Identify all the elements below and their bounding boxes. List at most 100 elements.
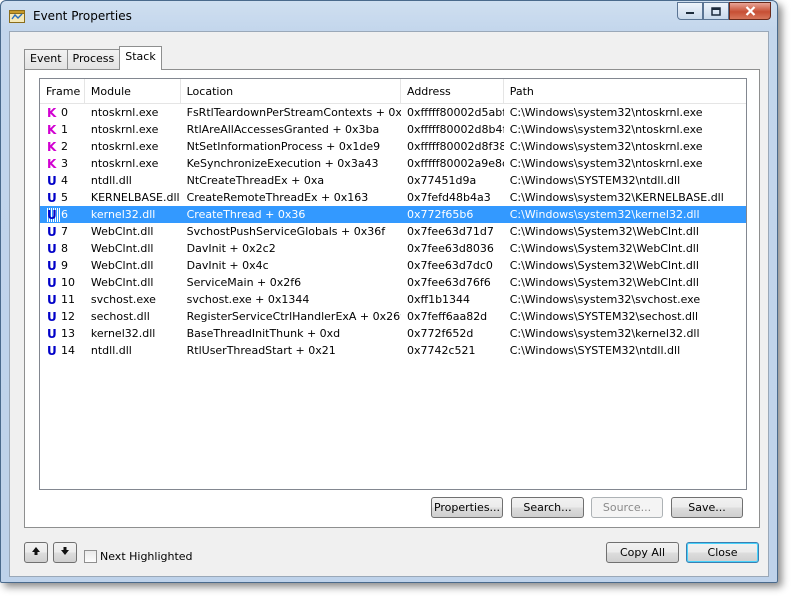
table-row[interactable]: U 13 kernel32.dll BaseThreadInitThunk + 0xd…: [40, 325, 746, 342]
path-cell: C:\Windows\system32\ntoskrnl.exe: [509, 106, 703, 119]
location-cell: svchost.exe + 0x1344: [186, 293, 310, 306]
user-mode-icon: U: [47, 241, 57, 256]
user-mode-icon: U: [47, 343, 57, 358]
user-mode-icon: U: [47, 258, 57, 273]
tab-event[interactable]: Event: [24, 49, 68, 69]
path-cell: C:\Windows\system32\ntoskrnl.exe: [509, 140, 703, 153]
frame-number: 12: [61, 310, 75, 323]
frame-number: 8: [61, 242, 68, 255]
table-row[interactable]: U 12 sechost.dll RegisterServiceCtrlHandler…: [40, 308, 746, 325]
address-cell: 0x77451d9a: [406, 174, 477, 187]
table-row[interactable]: K 2 ntoskrnl.exe NtSetInformationProcess + …: [40, 138, 746, 155]
frame-number: 1: [61, 123, 68, 136]
frame-cell: U 10: [40, 276, 85, 290]
column-header-address[interactable]: Address: [401, 79, 504, 104]
table-row[interactable]: U 11 svchost.exe svchost.exe + 0x1344 0xff1b…: [40, 291, 746, 308]
app-icon: [9, 10, 25, 23]
frame-number: 5: [61, 191, 68, 204]
frame-cell: U 11: [40, 293, 85, 307]
frame-number: 0: [61, 106, 68, 119]
address-cell: 0xff1b1344: [406, 293, 471, 306]
location-cell: NtSetInformationProcess + 0x1de9: [186, 140, 381, 153]
path-cell: C:\Windows\system32\KERNELBASE.dll: [509, 191, 724, 204]
table-row[interactable]: U 8 WebClnt.dll DavInit + 0x2c2 0x7fee63d803…: [40, 240, 746, 257]
frame-number: 13: [61, 327, 75, 340]
address-cell: 0x7fee63d8036: [406, 242, 494, 255]
table-row[interactable]: U 9 WebClnt.dll DavInit + 0x4c 0x7fee63d7dc0…: [40, 257, 746, 274]
path-cell: C:\Windows\system32\ntoskrnl.exe: [509, 123, 703, 136]
next-highlighted-checkbox[interactable]: [84, 550, 97, 563]
location-cell: CreateThread + 0x36: [186, 208, 306, 221]
user-mode-icon: U: [47, 326, 57, 341]
frame-number: 7: [61, 225, 68, 238]
close-window-button[interactable]: [729, 2, 771, 20]
next-highlighted-toggle[interactable]: Next Highlighted: [84, 550, 193, 563]
module-cell: ntdll.dll: [90, 174, 132, 187]
module-cell: WebClnt.dll: [90, 276, 154, 289]
table-row[interactable]: U 6 kernel32.dll CreateThread + 0x36 0x772f6…: [40, 206, 746, 223]
module-cell: kernel32.dll: [90, 208, 156, 221]
event-properties-window: Event Properties Event Process Stack Fra…: [0, 0, 778, 583]
location-cell: CreateRemoteThreadEx + 0x163: [186, 191, 369, 204]
address-cell: 0xfffff80002d5abfd: [406, 106, 504, 119]
table-row[interactable]: K 1 ntoskrnl.exe RtlAreAllAccessesGranted +…: [40, 121, 746, 138]
path-cell: C:\Windows\system32\ntoskrnl.exe: [509, 157, 703, 170]
table-row[interactable]: U 7 WebClnt.dll SvchostPushServiceGlobals +…: [40, 223, 746, 240]
location-cell: RtlUserThreadStart + 0x21: [186, 344, 336, 357]
next-highlighted-button[interactable]: [53, 542, 77, 563]
location-cell: KeSynchronizeExecution + 0x3a43: [186, 157, 379, 170]
module-cell: ntoskrnl.exe: [90, 140, 159, 153]
frame-number: 11: [61, 293, 75, 306]
kernel-mode-icon: K: [47, 105, 57, 120]
tab-process[interactable]: Process: [66, 49, 121, 69]
stack-list[interactable]: Frame Module Location Address Path K 0 nto…: [39, 78, 747, 490]
module-cell: WebClnt.dll: [90, 225, 154, 238]
path-cell: C:\Windows\System32\WebClnt.dll: [509, 259, 699, 272]
frame-cell: U 14: [40, 344, 85, 358]
path-cell: C:\Windows\SYSTEM32\ntdll.dll: [509, 174, 681, 187]
column-header-path[interactable]: Path: [504, 79, 746, 104]
title-bar[interactable]: Event Properties: [1, 1, 777, 31]
location-cell: SvchostPushServiceGlobals + 0x36f: [186, 225, 386, 238]
module-cell: svchost.exe: [90, 293, 156, 306]
table-row[interactable]: U 14 ntdll.dll RtlUserThreadStart + 0x21 0x7…: [40, 342, 746, 359]
location-cell: DavInit + 0x2c2: [186, 242, 276, 255]
frame-number: 10: [61, 276, 75, 289]
address-cell: 0x7fee63d71d7: [406, 225, 494, 238]
module-cell: ntdll.dll: [90, 344, 132, 357]
frame-cell: U4: [40, 174, 85, 188]
frame-cell: U8: [40, 242, 85, 256]
minimize-icon: [686, 12, 694, 14]
arrow-up-icon: [32, 547, 40, 555]
frame-cell: K0: [40, 106, 85, 120]
user-mode-icon: U: [47, 224, 57, 239]
table-row[interactable]: U 5 KERNELBASE.dll CreateRemoteThreadEx + 0…: [40, 189, 746, 206]
module-cell: ntoskrnl.exe: [90, 157, 159, 170]
save-button[interactable]: Save...: [671, 497, 743, 518]
column-header-frame[interactable]: Frame: [40, 79, 85, 104]
previous-highlighted-button[interactable]: [24, 542, 48, 563]
column-header-location[interactable]: Location: [181, 79, 401, 104]
table-row[interactable]: U 10 WebClnt.dll ServiceMain + 0x2f6 0x7fee6…: [40, 274, 746, 291]
table-row[interactable]: K 0 ntoskrnl.exe FsRtlTeardownPerStreamCont…: [40, 104, 746, 121]
module-cell: WebClnt.dll: [90, 259, 154, 272]
close-button[interactable]: Close: [686, 542, 759, 563]
search-button[interactable]: Search...: [511, 497, 584, 518]
frame-cell: U6: [40, 207, 85, 222]
kernel-mode-icon: K: [47, 122, 57, 137]
module-cell: KERNELBASE.dll: [90, 191, 180, 204]
table-row[interactable]: U 4 ntdll.dll NtCreateThreadEx + 0xa 0x77451…: [40, 172, 746, 189]
column-header-module[interactable]: Module: [85, 79, 181, 104]
minimize-button[interactable]: [677, 2, 703, 20]
table-row[interactable]: K 3 ntoskrnl.exe KeSynchronizeExecution + 0…: [40, 155, 746, 172]
location-cell: ServiceMain + 0x2f6: [186, 276, 302, 289]
source-button[interactable]: Source...: [591, 497, 663, 518]
properties-button[interactable]: Properties...: [431, 497, 503, 518]
copy-all-button[interactable]: Copy All: [606, 542, 679, 563]
frame-cell: K1: [40, 123, 85, 137]
maximize-button[interactable]: [703, 2, 729, 20]
tab-stack[interactable]: Stack: [119, 46, 162, 70]
next-highlighted-label: Next Highlighted: [100, 550, 193, 563]
frame-number: 4: [61, 174, 68, 187]
path-cell: C:\Windows\System32\WebClnt.dll: [509, 242, 699, 255]
